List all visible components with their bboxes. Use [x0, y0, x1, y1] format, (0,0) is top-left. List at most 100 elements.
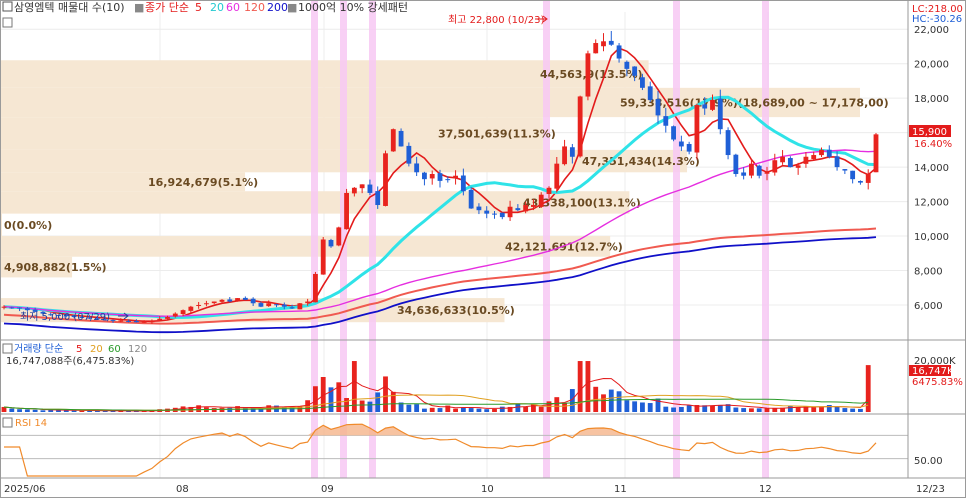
volume-bar — [499, 406, 505, 412]
candle-body — [274, 304, 279, 306]
chart-window: 44,563,9(13.5%) 59,338,516(17.9%)(18,689,… — [0, 0, 966, 498]
candle-body — [772, 160, 778, 173]
pattern-highlight-band — [762, 0, 769, 478]
candle-body — [141, 321, 147, 323]
volume-bar — [375, 392, 381, 412]
panel-toggle-checkbox[interactable] — [2, 1, 13, 12]
ma60-label: 60 — [226, 1, 240, 14]
candle-body — [873, 134, 879, 173]
volume-bar — [367, 401, 373, 412]
zone-label: 37,501,639(11.3%) — [438, 128, 556, 141]
candle-body — [671, 126, 676, 140]
candle-body — [702, 104, 708, 109]
date-label-sep: 09 — [321, 484, 334, 495]
price-tick-label: 18,000 — [914, 94, 949, 105]
candle-body — [227, 299, 233, 302]
candle-body — [686, 143, 692, 152]
stock-selector[interactable]: 삼영엠텍 매물대 수(10) — [14, 1, 125, 14]
candle-body — [24, 308, 30, 311]
volume-bar — [414, 404, 420, 412]
rsi-label: RSI 14 — [15, 418, 47, 429]
volume-bar — [24, 409, 30, 412]
date-label-nov: 11 — [614, 484, 627, 495]
date-label-jun: 2025/06 — [4, 484, 46, 495]
vol-ma120-label: 120 — [128, 344, 147, 355]
candle-body — [756, 165, 762, 176]
ma200-label: 200 — [267, 1, 288, 14]
volume-bar — [242, 407, 248, 412]
volume-bar — [359, 400, 365, 412]
chart-canvas: 44,563,9(13.5%)59,338,516(17.9%)(18,689,… — [0, 0, 966, 498]
current-price-text: 15,900 — [912, 127, 947, 138]
candle-body — [250, 298, 256, 304]
candle-body — [126, 320, 131, 322]
volume-bar — [764, 408, 770, 412]
candle-body — [593, 43, 599, 54]
volume-bar — [717, 405, 723, 412]
volume-bar — [608, 389, 614, 412]
volume-panel-toggle[interactable] — [2, 343, 13, 354]
grid-toggle[interactable] — [2, 17, 13, 28]
volume-bar — [850, 408, 856, 412]
candle-body — [211, 301, 217, 304]
candle-body — [375, 191, 381, 206]
candle-body — [219, 299, 225, 302]
volume-bar — [819, 406, 824, 412]
candle-body — [616, 45, 622, 59]
low-annotation: 최저 5,000 (07/29) — [20, 311, 110, 323]
candle-body — [320, 239, 326, 275]
candle-body — [313, 273, 318, 303]
candle-body — [507, 206, 513, 218]
volume-bar — [554, 397, 560, 412]
candle-body — [803, 156, 809, 164]
candle-body — [499, 212, 505, 218]
candle-body — [663, 116, 669, 126]
candle-body — [569, 147, 575, 157]
candle-body — [531, 205, 536, 207]
candle-body — [297, 303, 303, 310]
candle-body — [749, 163, 754, 176]
candle-body — [780, 156, 785, 163]
candle-body — [795, 165, 801, 168]
price-tick-label: 8,000 — [914, 267, 943, 278]
candle-body — [523, 205, 529, 212]
zone-label: 47,351,434(14.3%) — [582, 155, 700, 168]
volume-legend-label: 거래량 단순 — [14, 343, 63, 355]
volume-readout: 16,747,088주(6,475.83%) — [6, 356, 134, 367]
candle-body — [733, 154, 739, 174]
candle-body — [204, 303, 209, 305]
candle-body — [834, 156, 840, 168]
candle-body — [281, 304, 287, 307]
candle-body — [429, 174, 435, 179]
date-label-oct: 10 — [481, 484, 494, 495]
rsi-panel-toggle[interactable] — [2, 417, 13, 428]
volume-bar — [632, 401, 638, 412]
candle-body — [359, 184, 365, 189]
candle-body — [554, 163, 560, 189]
volume-bar — [671, 407, 676, 412]
candle-body — [826, 149, 832, 157]
candle-body — [110, 319, 116, 321]
candle-body — [725, 130, 731, 156]
zone-label: 16,924,679(5.1%) — [148, 176, 258, 189]
ma-label: 종가 단순 — [145, 1, 189, 14]
vol-ma60-label: 60 — [108, 344, 121, 355]
volume-bar — [538, 406, 544, 412]
candle-body — [608, 40, 614, 45]
hc-value: HC:-30.26 — [912, 14, 962, 25]
volume-current-pct: 6475.83% — [912, 377, 963, 388]
ma5-label: 5 — [195, 1, 202, 14]
candle-body — [165, 317, 170, 319]
candle-body — [422, 172, 427, 180]
volume-bar — [647, 403, 653, 412]
vol-ma20-label: 20 — [90, 344, 103, 355]
divider-dot-2: ■ — [287, 1, 297, 14]
candle-body — [406, 145, 412, 164]
candle-body — [717, 98, 723, 130]
volume-bar — [351, 361, 357, 412]
volume-bar — [468, 408, 474, 412]
candle-body — [492, 213, 497, 215]
candle-body — [787, 158, 793, 168]
zone-label: 34,636,633(10.5%) — [397, 304, 515, 317]
rsi-y-tick: 50.00 — [914, 456, 943, 467]
